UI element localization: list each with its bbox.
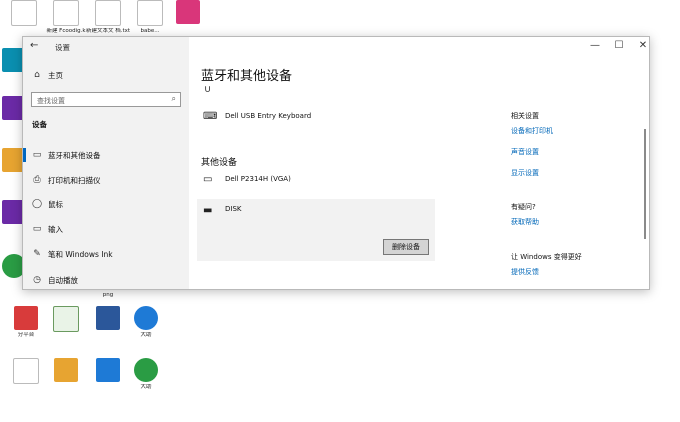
sidebar-item-label: 输入 — [48, 224, 63, 234]
remove-device-button[interactable]: 删除设备 — [383, 239, 429, 255]
sidebar-item-label: 笔和 Windows Ink — [48, 249, 113, 259]
sidebar: ← 设置 ⌂ 主页 查找设置 ⌕ 设备 ▭ 蓝牙和其他设备 ⎙ 打印机和扫描仪 … — [23, 37, 189, 289]
display-settings-link[interactable]: 显示设置 — [511, 168, 539, 178]
keyboard-icon: ⌨ — [203, 111, 218, 122]
page-title: 蓝牙和其他设备 — [201, 69, 293, 84]
desktop-icon[interactable]: 分平台 — [4, 306, 48, 339]
back-arrow-icon[interactable]: ← — [30, 40, 38, 51]
window-title: 设置 — [55, 43, 70, 52]
main-content: — ☐ ✕ 蓝牙和其他设备 ∪ ⌨ Dell USB Entry Keyboar… — [189, 37, 649, 289]
minimize-button[interactable]: — — [587, 40, 603, 51]
close-button[interactable]: ✕ — [635, 40, 649, 51]
device-disk-selected[interactable]: ▬ DISK 删除设备 — [197, 199, 435, 261]
device-name: Dell P2314H (VGA) — [225, 175, 291, 183]
sidebar-item-label: 自动播放 — [48, 275, 78, 285]
bluetooth-icon: ∪ — [204, 84, 212, 95]
maximize-button[interactable]: ☐ — [611, 40, 627, 51]
sidebar-item-home[interactable]: ⌂ 主页 — [23, 64, 189, 86]
related-settings-header: 相关设置 — [511, 112, 539, 120]
bluetooth-devices-icon: ▭ — [32, 150, 42, 160]
desktop-icon[interactable] — [44, 358, 88, 384]
desktop-icon[interactable]: 新建文本文 档.txt — [86, 0, 130, 35]
sidebar-item-mouse[interactable]: ◯ 鼠标 — [23, 193, 189, 215]
devices-printers-link[interactable]: 设备和打印机 — [511, 126, 553, 136]
sidebar-item-label: 蓝牙和其他设备 — [48, 150, 101, 160]
sidebar-item-label: 鼠标 — [48, 199, 63, 209]
other-devices-header: 其他设备 — [201, 158, 238, 168]
pen-icon: ✎ — [33, 249, 41, 259]
drive-icon: ▬ — [203, 205, 213, 216]
device-name: DISK — [225, 205, 242, 213]
section-header: 设备 — [32, 120, 47, 129]
desktop-icon[interactable]: 大助 — [124, 306, 168, 339]
search-input[interactable]: 查找设置 ⌕ — [31, 92, 181, 107]
scrollbar[interactable] — [644, 129, 646, 239]
search-placeholder: 查找设置 — [37, 97, 65, 105]
home-icon: ⌂ — [34, 70, 40, 80]
sidebar-item-label: 打印机和扫描仪 — [48, 175, 101, 185]
question-header: 有疑问? — [511, 203, 536, 211]
autoplay-icon: ◷ — [33, 275, 41, 285]
monitor-icon: ▭ — [203, 174, 213, 185]
desktop-icon[interactable]: 新建 Fcoodig.k — [44, 0, 88, 35]
printer-icon: ⎙ — [33, 175, 41, 185]
sidebar-item-bluetooth[interactable]: ▭ 蓝牙和其他设备 — [23, 144, 189, 166]
desktop-icon[interactable] — [166, 0, 210, 26]
device-name: Dell USB Entry Keyboard — [225, 112, 312, 120]
settings-window: ← 设置 ⌂ 主页 查找设置 ⌕ 设备 ▭ 蓝牙和其他设备 ⎙ 打印机和扫描仪 … — [22, 36, 650, 290]
feedback-header: 让 Windows 变得更好 — [511, 253, 582, 261]
keyboard-icon: ▭ — [32, 224, 42, 234]
sidebar-item-autoplay[interactable]: ◷ 自动播放 — [23, 269, 189, 289]
sidebar-item-typing[interactable]: ▭ 输入 — [23, 218, 189, 240]
search-icon: ⌕ — [171, 94, 176, 103]
mouse-icon: ◯ — [32, 199, 43, 209]
sidebar-item-printers[interactable]: ⎙ 打印机和扫描仪 — [23, 169, 189, 191]
desktop-icon[interactable] — [4, 358, 48, 386]
desktop-icon[interactable]: 大助 — [124, 358, 168, 391]
sidebar-item-label: 主页 — [48, 70, 63, 80]
desktop-icon[interactable] — [2, 0, 46, 28]
sidebar-item-pen[interactable]: ✎ 笔和 Windows Ink — [23, 243, 189, 265]
get-help-link[interactable]: 获取帮助 — [511, 217, 539, 227]
sound-settings-link[interactable]: 声音设置 — [511, 147, 539, 157]
feedback-link[interactable]: 提供反馈 — [511, 267, 539, 277]
desktop-icon[interactable] — [44, 306, 88, 334]
